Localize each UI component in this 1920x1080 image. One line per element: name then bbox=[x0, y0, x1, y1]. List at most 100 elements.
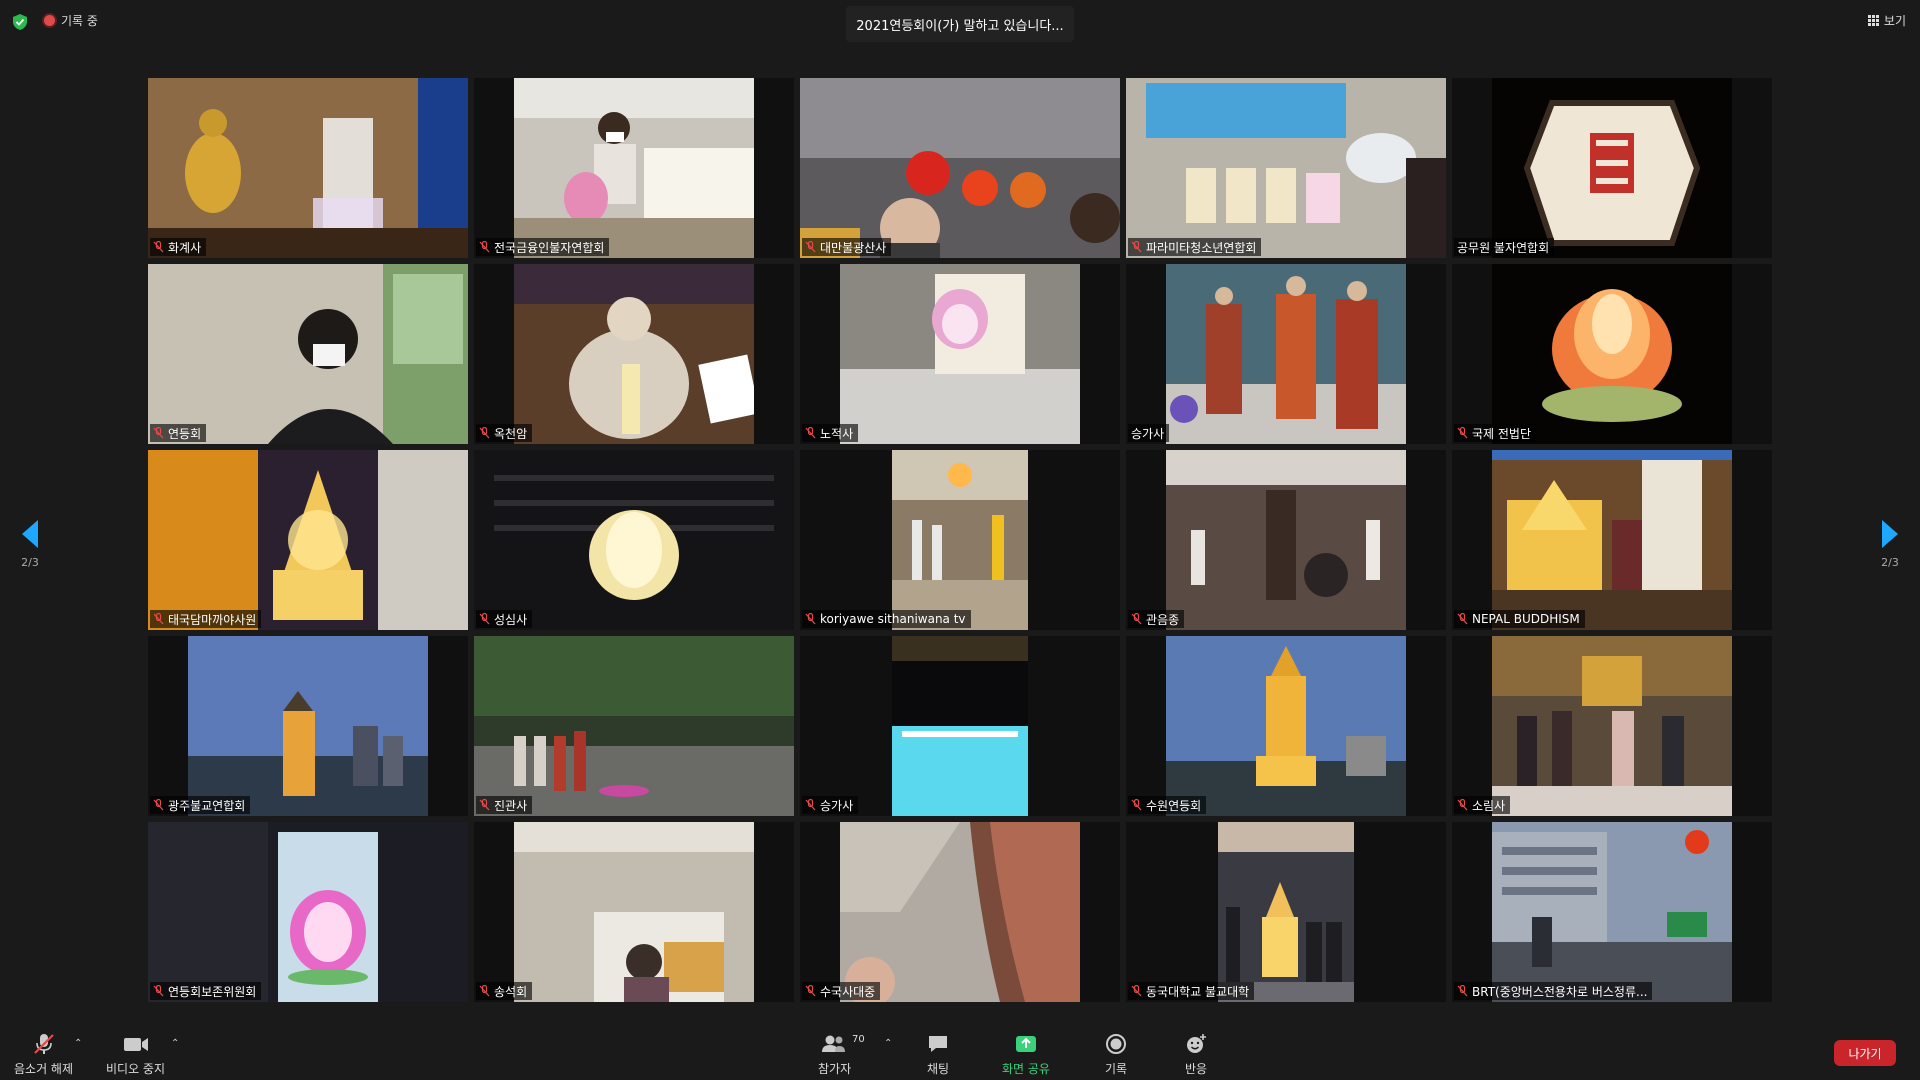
participant-tile[interactable]: 전국금융인불자연합회 bbox=[474, 78, 794, 258]
chat-button[interactable]: 채팅 bbox=[926, 1032, 950, 1077]
participant-nameplate: 태국담마까야사원 bbox=[150, 610, 262, 628]
participant-name: 국제 전법단 bbox=[1472, 426, 1532, 441]
participant-tile[interactable]: 화계사 bbox=[148, 78, 468, 258]
participant-tile[interactable]: 송석회 bbox=[474, 822, 794, 1002]
participant-tile[interactable]: 관음종 bbox=[1126, 450, 1446, 630]
participant-name: 화계사 bbox=[168, 240, 202, 255]
participant-video bbox=[892, 450, 1028, 630]
participant-video bbox=[148, 78, 468, 258]
unmute-label: 음소거 해제 bbox=[14, 1062, 74, 1076]
participant-video bbox=[474, 636, 794, 816]
meeting-toolbar: 음소거 해제 ⌃ 비디오 중지 ⌃ 참가자 70 ⌃ 채팅 화면 공유 기록 반… bbox=[0, 1024, 1920, 1080]
participant-name: 대만불광산사 bbox=[820, 240, 887, 255]
leave-meeting-button[interactable]: 나가기 bbox=[1834, 1040, 1896, 1066]
participant-tile[interactable]: 노적사 bbox=[800, 264, 1120, 444]
stop-video-button[interactable]: 비디오 중지 bbox=[106, 1032, 165, 1077]
video-options-caret[interactable]: ⌃ bbox=[171, 1038, 181, 1049]
participant-nameplate: 연등회 bbox=[150, 424, 207, 442]
participant-name: 수원연등회 bbox=[1146, 798, 1202, 813]
participant-tile[interactable]: 수원연등회 bbox=[1126, 636, 1446, 816]
recording-indicator[interactable]: 기록 중 bbox=[44, 12, 98, 29]
muted-mic-icon bbox=[1131, 613, 1142, 625]
participant-video bbox=[474, 450, 794, 630]
participant-name: 연등회보존위원회 bbox=[168, 984, 257, 999]
zoom-meeting-window: 기록 중 2021연등회이(가) 말하고 있습니다... 보기 2/3 2/3 bbox=[0, 0, 1920, 1080]
participant-nameplate: 파라미타청소년연합회 bbox=[1128, 238, 1262, 256]
muted-mic-icon bbox=[805, 613, 816, 625]
participant-tile[interactable]: 옥천암 bbox=[474, 264, 794, 444]
arrow-right-icon bbox=[1882, 520, 1898, 548]
audio-options-caret[interactable]: ⌃ bbox=[74, 1038, 84, 1049]
participants-options-caret[interactable]: ⌃ bbox=[884, 1038, 894, 1049]
security-shield-icon[interactable] bbox=[12, 13, 28, 31]
reactions-button[interactable]: 반응 bbox=[1184, 1032, 1208, 1077]
participant-nameplate: 공무원 불자연합회 bbox=[1454, 238, 1555, 256]
participant-tile[interactable]: 국제 전법단 bbox=[1452, 264, 1772, 444]
participant-name: 승가사 bbox=[1131, 426, 1165, 441]
video-camera-icon bbox=[123, 1038, 148, 1051]
arrow-left-icon bbox=[22, 520, 38, 548]
next-page-button[interactable]: 2/3 bbox=[1872, 520, 1908, 569]
participant-tile[interactable]: 대만불광산사 bbox=[800, 78, 1120, 258]
participant-nameplate: 광주불교연합회 bbox=[150, 796, 251, 814]
participant-tile[interactable]: 소림사 bbox=[1452, 636, 1772, 816]
participant-tile[interactable]: 진관사 bbox=[474, 636, 794, 816]
participant-name: 진관사 bbox=[494, 798, 528, 813]
participant-tile[interactable]: 승가사 bbox=[800, 636, 1120, 816]
view-label: 보기 bbox=[1883, 14, 1906, 28]
muted-mic-icon bbox=[153, 241, 164, 253]
participant-nameplate: 화계사 bbox=[150, 238, 207, 256]
participant-nameplate: koriyawe sithaniwana tv bbox=[802, 610, 971, 628]
participant-tile[interactable]: 연등회보존위원회 bbox=[148, 822, 468, 1002]
muted-mic-icon bbox=[153, 613, 164, 625]
participant-nameplate: 승가사 bbox=[1128, 424, 1170, 442]
muted-mic-icon bbox=[1131, 799, 1142, 811]
participant-name: 수국사대중 bbox=[820, 984, 876, 999]
participant-tile[interactable]: 동국대학교 불교대학 bbox=[1126, 822, 1446, 1002]
participant-name: 전국금융인불자연합회 bbox=[494, 240, 605, 255]
participants-button[interactable]: 참가자 bbox=[818, 1032, 851, 1077]
participant-tile[interactable]: 수국사대중 bbox=[800, 822, 1120, 1002]
participant-tile[interactable]: BRT(중앙버스전용차로 버스정류... bbox=[1452, 822, 1772, 1002]
chat-label: 채팅 bbox=[926, 1062, 950, 1076]
previous-page-button[interactable]: 2/3 bbox=[12, 520, 48, 569]
record-label: 기록 bbox=[1104, 1062, 1128, 1076]
participant-name: koriyawe sithaniwana tv bbox=[820, 612, 966, 626]
participant-video bbox=[514, 78, 754, 258]
participant-video bbox=[1166, 264, 1406, 444]
participant-video bbox=[1492, 636, 1732, 816]
participant-nameplate: 노적사 bbox=[802, 424, 859, 442]
muted-mic-icon bbox=[479, 613, 490, 625]
participant-tile[interactable]: NEPAL BUDDHISM bbox=[1452, 450, 1772, 630]
participant-nameplate: 동국대학교 불교대학 bbox=[1128, 982, 1255, 1000]
active-speaker-banner: 2021연등회이(가) 말하고 있습니다... bbox=[846, 6, 1074, 42]
participant-nameplate: NEPAL BUDDHISM bbox=[1454, 610, 1585, 628]
muted-mic-icon bbox=[805, 427, 816, 439]
participant-tile[interactable]: 승가사 bbox=[1126, 264, 1446, 444]
participant-video bbox=[514, 822, 754, 1002]
record-button[interactable]: 기록 bbox=[1104, 1032, 1128, 1077]
participant-tile[interactable]: 공무원 불자연합회 bbox=[1452, 78, 1772, 258]
unmute-button[interactable]: 음소거 해제 bbox=[14, 1032, 73, 1077]
participant-video bbox=[1218, 822, 1354, 1002]
participant-tile[interactable]: 파라미타청소년연합회 bbox=[1126, 78, 1446, 258]
participant-tile[interactable]: 연등회 bbox=[148, 264, 468, 444]
participant-tile[interactable]: 성심사 bbox=[474, 450, 794, 630]
participant-nameplate: 성심사 bbox=[476, 610, 533, 628]
participants-icon bbox=[821, 1035, 845, 1052]
muted-mic-icon bbox=[479, 427, 490, 439]
muted-mic-icon bbox=[1457, 613, 1468, 625]
participant-nameplate: 승가사 bbox=[802, 796, 859, 814]
share-screen-button[interactable]: 화면 공유 bbox=[1002, 1032, 1050, 1077]
participant-name: 동국대학교 불교대학 bbox=[1146, 984, 1250, 999]
participant-name: 송석회 bbox=[494, 984, 528, 999]
participant-name: 성심사 bbox=[494, 612, 528, 627]
muted-mic-icon bbox=[1131, 241, 1142, 253]
page-indicator-right: 2/3 bbox=[1881, 556, 1899, 569]
participant-tile[interactable]: 태국담마까야사원 bbox=[148, 450, 468, 630]
view-button[interactable]: 보기 bbox=[1867, 12, 1906, 29]
participant-tile[interactable]: 광주불교연합회 bbox=[148, 636, 468, 816]
participant-video bbox=[1166, 636, 1406, 816]
participant-video bbox=[1492, 822, 1732, 1002]
participant-tile[interactable]: koriyawe sithaniwana tv bbox=[800, 450, 1120, 630]
